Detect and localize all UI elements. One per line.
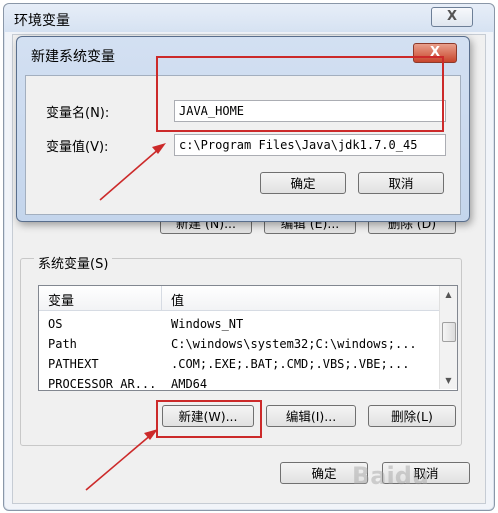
annotation-arrow-new — [85, 429, 158, 491]
annotation-arrow-fields — [99, 143, 166, 201]
watermark-logo: Baidu — [352, 462, 429, 490]
annotation-arrows — [85, 143, 166, 491]
